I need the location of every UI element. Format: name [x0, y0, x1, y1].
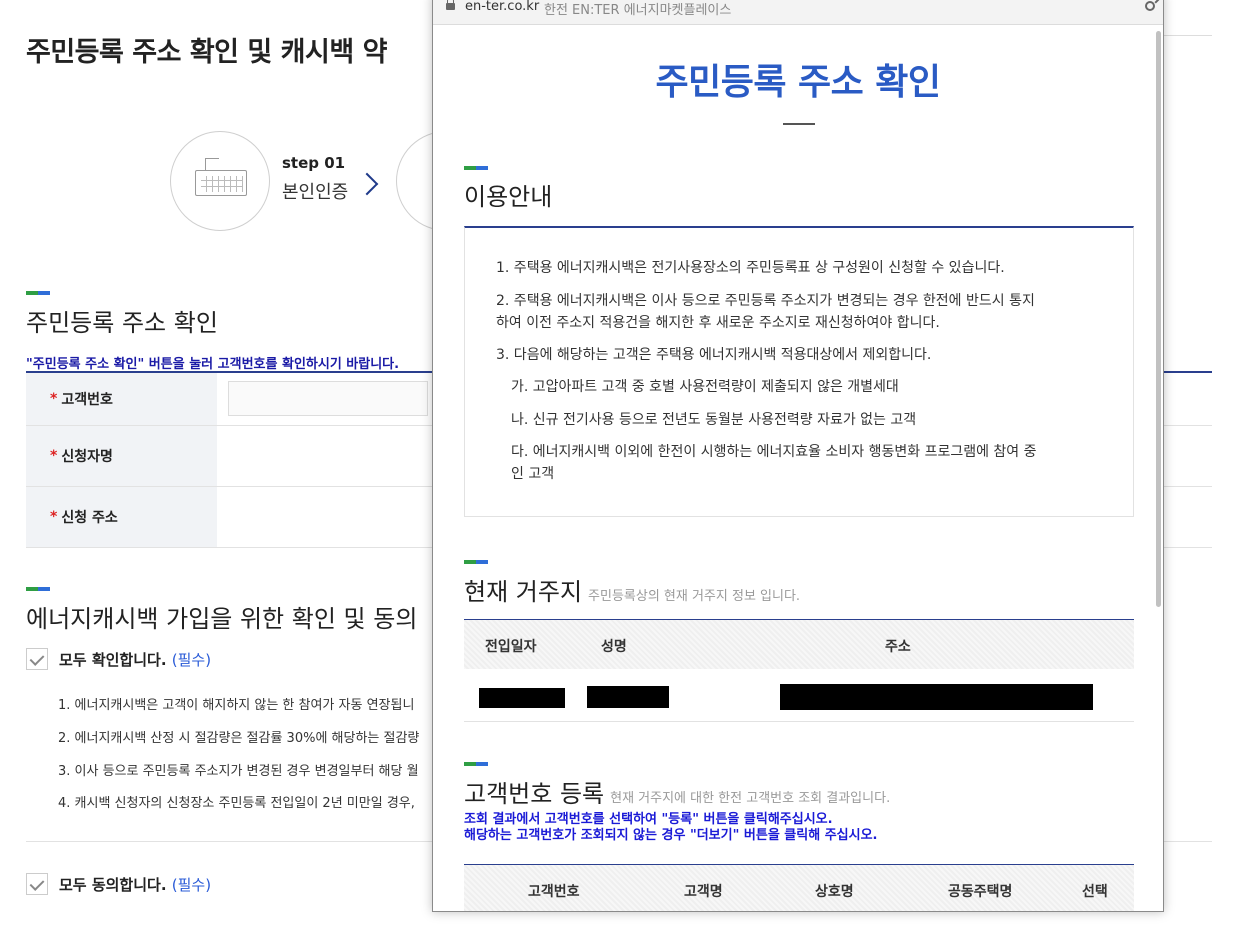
consent-item: 3. 이사 등으로 주민등록 주소지가 변경된 경우 변경일부터 해당 월 [58, 764, 419, 779]
customer-number-input[interactable] [228, 381, 428, 416]
field-label: * 신청자명 [26, 426, 217, 486]
address-section-title: 주민등록 주소 확인 [26, 309, 218, 337]
guide-title: 이용안내 [464, 183, 553, 211]
guide-line: 가. 고압아파트 고객 중 호별 사용전력량이 제출되지 않은 개별세대 [511, 379, 899, 395]
consent-item: 1. 에너지캐시백은 고객이 해지하지 않는 한 참여가 자동 연장됩니 [58, 698, 415, 713]
column-header: 전입일자 [485, 639, 537, 655]
column-header: 성명 [601, 639, 627, 655]
step-1-name: 본인인증 [282, 182, 349, 203]
column-header: 고객번호 [528, 884, 580, 900]
agree-all-label: 모두 동의합니다. (필수) [59, 876, 212, 894]
agree-all-checkbox[interactable] [26, 873, 48, 895]
guide-box: 1. 주택용 에너지캐시백은 전기사용장소의 주민등록표 상 구성원이 신청할 … [464, 226, 1134, 517]
divider [1160, 35, 1212, 36]
customer-table-header: 고객번호 고객명 상호명 공동주택명 선택 [464, 864, 1134, 911]
customer-register-hint-2: 해당하는 고객번호가 조회되지 않는 경우 "더보기" 버튼을 클릭해 주십시오… [464, 828, 878, 843]
guide-line: 인 고객 [511, 466, 555, 482]
page-title: 주민등록 주소 확인 및 캐시백 약 [26, 37, 387, 68]
consent-section-title: 에너지캐시백 가입을 위한 확인 및 동의 [26, 605, 418, 633]
customer-register-title: 고객번호 등록 현재 거주지에 대한 한전 고객번호 조회 결과입니다. [464, 780, 891, 808]
column-header: 선택 [1082, 884, 1108, 900]
url-host: en-ter.co.kr [465, 0, 540, 14]
guide-line: 다. 에너지캐시백 이외에 한전이 시행하는 에너지효율 소비자 행동변화 프로… [511, 444, 1037, 460]
popup-url-bar: en-ter.co.kr 한전 EN:TER 에너지마켓플레이스 [433, 0, 1163, 25]
residence-row [464, 670, 1134, 722]
customer-register-hint-1: 조회 결과에서 고객번호를 선택하여 "등록" 버튼을 클릭해주십시오. [464, 812, 833, 827]
popup-title: 주민등록 주소 확인 [655, 62, 941, 103]
chevron-right-icon [355, 172, 379, 196]
redacted-name [587, 686, 669, 708]
guide-line: 1. 주택용 에너지캐시백은 전기사용장소의 주민등록표 상 구성원이 신청할 … [496, 260, 1005, 276]
section-marker [464, 560, 488, 564]
guide-line: 3. 다음에 해당하는 고객은 주택용 에너지캐시백 적용대상에서 제외합니다. [496, 347, 932, 363]
address-check-popup[interactable]: en-ter.co.kr 한전 EN:TER 에너지마켓플레이스 주민등록 주소… [432, 0, 1164, 912]
scrollbar-thumb[interactable] [1156, 31, 1161, 607]
section-marker [26, 587, 50, 591]
consent-item: 2. 에너지캐시백 산정 시 절감량은 절감률 30%에 해당하는 절감량 [58, 731, 420, 746]
column-header: 주소 [885, 639, 911, 655]
field-label: * 신청 주소 [26, 487, 217, 547]
guide-line: 2. 주택용 에너지캐시백은 이사 등으로 주민등록 주소지가 변경되는 경우 … [496, 293, 1035, 309]
keyboard-cable [205, 158, 219, 170]
title-underline [783, 123, 815, 125]
window-title: 한전 EN:TER 에너지마켓플레이스 [544, 3, 732, 18]
redacted-move-in-date [479, 688, 565, 708]
redacted-address [780, 684, 1093, 710]
keyboard-icon [195, 170, 247, 196]
guide-line: 하여 이전 주소지 적용건을 해지한 후 새로운 주소지로 재신청하여야 합니다… [496, 315, 940, 331]
confirm-all-checkbox[interactable] [26, 648, 48, 670]
guide-line: 나. 신규 전기사용 등으로 전년도 동월분 사용전력량 자료가 없는 고객 [511, 412, 917, 428]
column-header: 공동주택명 [948, 884, 1013, 900]
field-label: * 고객번호 [26, 373, 217, 425]
residence-table-header: 전입일자 성명 주소 [464, 619, 1134, 669]
address-hint: "주민등록 주소 확인" 버튼을 눌러 고객번호를 확인하시기 바랍니다. [26, 357, 400, 372]
section-marker [26, 291, 50, 295]
key-icon[interactable] [1145, 1, 1155, 11]
column-header: 상호명 [815, 884, 854, 900]
confirm-all-label: 모두 확인합니다. (필수) [59, 651, 212, 669]
column-header: 고객명 [684, 884, 723, 900]
consent-item: 4. 캐시백 신청자의 신청장소 주민등록 전입일이 2년 미만일 경우, [58, 796, 415, 811]
section-marker [464, 166, 488, 170]
residence-title: 현재 거주지 주민등록상의 현재 거주지 정보 입니다. [464, 578, 801, 606]
section-marker [464, 762, 488, 766]
lock-icon [446, 0, 455, 10]
step-1-circle [170, 131, 270, 231]
step-1-number: step 01 [282, 154, 346, 172]
